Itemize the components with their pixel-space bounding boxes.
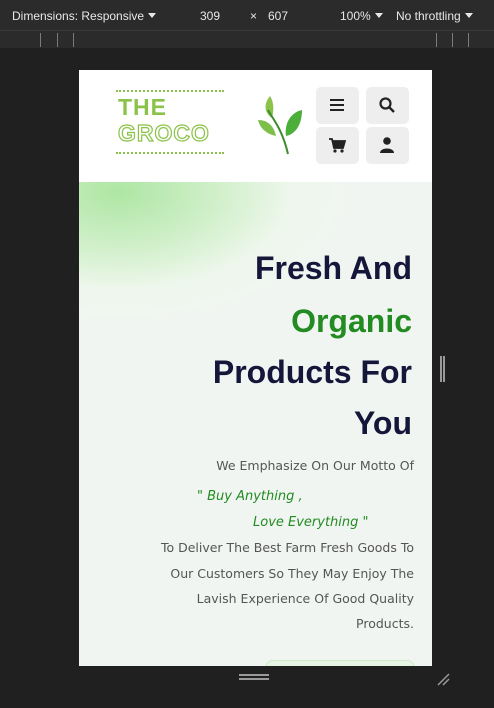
resize-handle-bottom[interactable]	[239, 674, 269, 680]
times-sign: ×	[250, 9, 258, 23]
media-query-ruler[interactable]	[0, 30, 494, 48]
description-line-3: Lavish Experience Of Good Quality	[196, 591, 414, 606]
zoom-dropdown[interactable]: 100%	[340, 9, 383, 23]
cart-icon	[329, 138, 346, 153]
throttling-dropdown[interactable]: No throttling	[396, 9, 473, 23]
hero-title-line-4: You	[353, 405, 412, 441]
logo-text-top: THE	[118, 94, 167, 120]
motto-line-2: Love Everything "	[253, 515, 369, 530]
account-button[interactable]	[366, 127, 409, 164]
chevron-down-icon	[148, 13, 157, 18]
user-icon	[380, 137, 394, 153]
emulated-viewport: THE GROCO Fresh And Organic Products For…	[79, 70, 432, 666]
height-input[interactable]: 607	[268, 9, 288, 23]
resize-handle-right[interactable]	[440, 356, 445, 382]
cart-button[interactable]	[316, 127, 359, 164]
menu-icon	[330, 99, 344, 111]
hero-title-line-2: Organic	[291, 303, 412, 339]
hero-section: Fresh And Organic Products For You We Em…	[79, 182, 432, 666]
hero-title-line-3: Products For	[212, 354, 412, 390]
chevron-down-icon	[464, 13, 473, 18]
logo-text-bottom: GROCO	[117, 119, 210, 146]
resize-corner-icon[interactable]	[436, 672, 450, 686]
shop-now-button[interactable]	[265, 660, 415, 666]
menu-button[interactable]	[316, 87, 359, 124]
dimensions-dropdown[interactable]: Dimensions: Responsive	[12, 9, 157, 23]
devtools-toolbar: Dimensions: Responsive 309 × 607 100% No…	[0, 0, 494, 30]
description-line-2: Our Customers So They May Enjoy The	[170, 566, 414, 581]
search-button[interactable]	[366, 87, 409, 124]
search-icon	[379, 97, 395, 113]
leaf-icon	[258, 96, 302, 155]
description-line-4: Products.	[356, 616, 414, 631]
width-input[interactable]: 309	[200, 9, 220, 23]
site-header: THE GROCO	[79, 70, 432, 182]
motto-line-1: " Buy Anything ,	[197, 489, 303, 504]
motto-intro: We Emphasize On Our Motto Of	[216, 458, 414, 473]
chevron-down-icon	[374, 13, 383, 18]
logo[interactable]: THE GROCO	[116, 88, 224, 158]
hero-title-line-1: Fresh And	[254, 250, 412, 286]
description-line-1: To Deliver The Best Farm Fresh Goods To	[160, 540, 414, 555]
